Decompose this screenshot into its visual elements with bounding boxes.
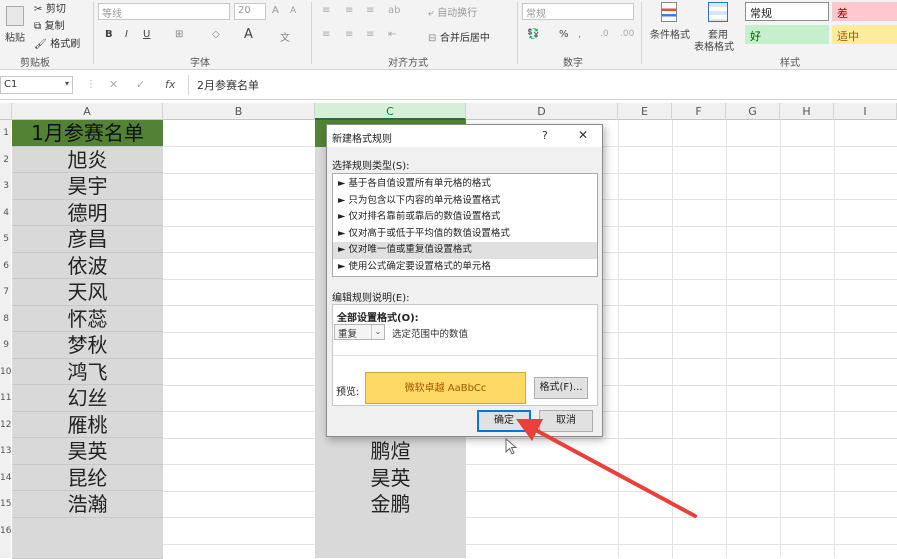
mouse-cursor-icon: [505, 438, 518, 455]
annotation-arrow: [516, 419, 697, 518]
